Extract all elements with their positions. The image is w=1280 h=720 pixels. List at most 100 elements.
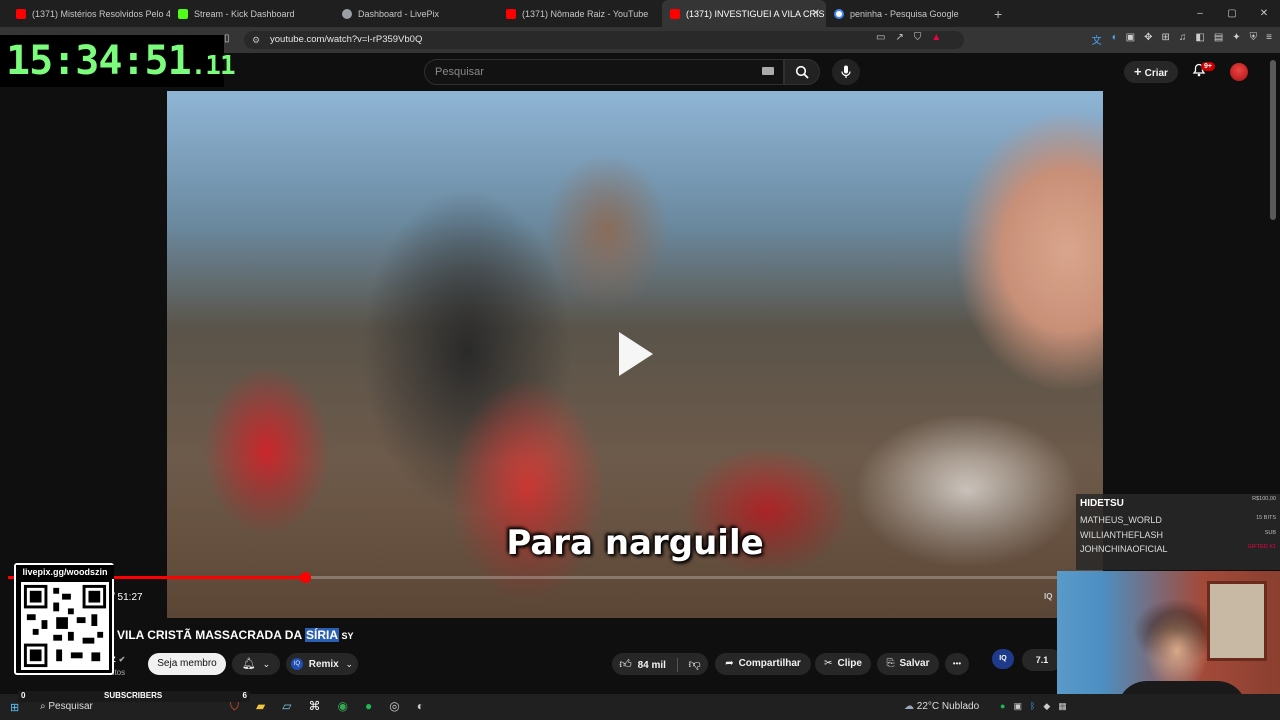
site-settings-icon[interactable]: ⚙ bbox=[252, 35, 260, 45]
stream-alerts-overlay: HIDETSU R$100,00 MATHEUS_WORLD 15 BITS W… bbox=[1076, 494, 1280, 570]
alert-header: HIDETSU bbox=[1080, 498, 1124, 509]
kick-icon bbox=[178, 8, 188, 19]
tab-title: Dashboard - LivePix bbox=[358, 8, 440, 19]
obs-icon[interactable]: ◎ bbox=[389, 699, 399, 714]
globe-icon bbox=[342, 8, 352, 19]
rewards-icon[interactable]: ▲ bbox=[931, 32, 941, 43]
extension-icons: 文 ◖ ▣ ✥ ⊞ ♫ ◧ ▤ ✦ ⛨ ≡ bbox=[1092, 32, 1272, 47]
media-icon[interactable]: ⊞ bbox=[1161, 32, 1169, 47]
weather-widget[interactable]: ☁ 22°C Nublado bbox=[904, 701, 979, 712]
minimize-button[interactable]: – bbox=[1184, 8, 1216, 19]
bluetooth-icon[interactable]: ᛒ bbox=[1030, 701, 1035, 712]
spotify-icon[interactable]: ● bbox=[365, 699, 372, 714]
scrubber-handle[interactable] bbox=[300, 572, 312, 583]
join-member-button[interactable]: Seja membro bbox=[148, 653, 226, 675]
browser-tab-active[interactable]: (1371) INVESTIGUEI A VILA CRIS ✕ bbox=[662, 0, 826, 27]
maximize-button[interactable]: ▢ bbox=[1216, 8, 1248, 19]
spotify-tray-icon[interactable]: ● bbox=[1000, 701, 1005, 712]
sidebar-icon[interactable]: ◧ bbox=[1195, 32, 1204, 47]
wallet2-icon[interactable]: ▤ bbox=[1214, 32, 1223, 47]
bell-icon: 🔔︎ bbox=[241, 658, 256, 670]
subscribed-bell-button[interactable]: 🔔︎ ⌄ bbox=[232, 653, 280, 675]
divider bbox=[676, 658, 678, 673]
thumbs-down-icon: 👎︎ bbox=[688, 657, 701, 671]
clip-button[interactable]: ✂ Clipe bbox=[815, 653, 871, 675]
capcut-icon[interactable]: ⌘ bbox=[308, 699, 320, 714]
voice-search-button[interactable] bbox=[832, 59, 860, 85]
leo-icon[interactable]: ✦ bbox=[1232, 32, 1240, 47]
address-actions: ▭ ↗ ⛉ ▲ bbox=[876, 32, 941, 43]
windows-start-icon[interactable]: ⊞ bbox=[10, 701, 19, 714]
browser-tab-6[interactable]: peninha - Pesquisa Google bbox=[826, 0, 990, 27]
audio-icon[interactable]: ◖ bbox=[1111, 32, 1117, 47]
more-actions-button[interactable]: ••• bbox=[945, 653, 969, 675]
stream-clock-overlay: 15:34:51.11 bbox=[0, 35, 236, 87]
subs-label: SUBSCRIBERS bbox=[104, 691, 163, 700]
iq-small-icon[interactable]: IQ bbox=[1044, 592, 1052, 601]
file-explorer-icon[interactable]: ▰ bbox=[256, 699, 265, 714]
music-icon[interactable]: ♫ bbox=[1179, 32, 1187, 47]
video-title: VILA CRISTÃ MASSACRADA DA SÍRIA SY bbox=[117, 628, 354, 642]
tab-title: (1371) Nômade Raiz - YouTube bbox=[522, 8, 649, 19]
member-label: Seja membro bbox=[157, 658, 217, 669]
keyboard-icon[interactable] bbox=[762, 67, 774, 75]
share-button[interactable]: ➦ Compartilhar bbox=[715, 653, 811, 675]
remix-button[interactable]: IQ Remix ⌄ bbox=[286, 653, 358, 675]
page-scrollbar[interactable] bbox=[1270, 60, 1276, 220]
taskbar-apps: ⛉ ▰ ▱ ⌘ ◉ ● ◎ ◐ bbox=[230, 699, 424, 714]
subscribers-widget: 0 SUBSCRIBERS 6 bbox=[18, 691, 250, 702]
like-button[interactable]: 👍︎ 84 mil bbox=[619, 657, 668, 671]
iq-badge-icon[interactable]: IQ bbox=[992, 649, 1014, 669]
video-caption: Para narguile bbox=[506, 523, 764, 563]
url-field[interactable]: ⚙ youtube.com/watch?v=l-rP359Vb0Q bbox=[244, 31, 964, 49]
brave-shield-icon[interactable]: ⛉ bbox=[914, 32, 922, 43]
vpn-icon[interactable]: ⛨ bbox=[1250, 32, 1258, 47]
menu-icon[interactable]: ≡ bbox=[1266, 32, 1272, 47]
tab-title: (1371) INVESTIGUEI A VILA CRIS bbox=[686, 8, 825, 19]
dislike-button[interactable]: 👎︎ bbox=[688, 657, 701, 671]
taskbar-search[interactable]: ⌕ Pesquisar bbox=[40, 701, 93, 712]
alert-row-value: 15 BITS bbox=[1256, 515, 1276, 521]
search-icon bbox=[795, 65, 809, 79]
tray-app2-icon[interactable]: ◆ bbox=[1043, 701, 1050, 712]
title-suffix: SY bbox=[339, 631, 354, 641]
browser-tab-4[interactable]: (1371) Nômade Raiz - YouTube bbox=[498, 0, 662, 27]
next-video-pill[interactable]: 7.1 bbox=[1022, 649, 1062, 671]
browser-tab-1[interactable]: (1371) Mistérios Resolvidos Pelo 4CH bbox=[8, 0, 170, 27]
browser-tab-strip: (1371) Mistérios Resolvidos Pelo 4CH Str… bbox=[0, 0, 1280, 27]
video-player[interactable]: Para narguile bbox=[167, 91, 1103, 618]
notepad-icon[interactable]: ▱ bbox=[282, 699, 291, 714]
system-tray: ● ▣ ᛒ ◆ ▦ bbox=[1000, 701, 1067, 712]
title-main: VILA CRISTÃ MASSACRADA DA bbox=[117, 628, 305, 642]
wallet-icon[interactable]: ▣ bbox=[1126, 32, 1135, 47]
youtube-icon bbox=[506, 8, 516, 19]
like-count: 84 mil bbox=[637, 660, 666, 671]
subs-left-count: 0 bbox=[21, 691, 26, 700]
play-icon[interactable] bbox=[615, 329, 657, 379]
search-button[interactable] bbox=[784, 59, 820, 85]
puzzle-icon[interactable]: ✥ bbox=[1144, 32, 1152, 47]
save-button[interactable]: ⎘ Salvar bbox=[877, 653, 939, 675]
app-icon[interactable]: ◐ bbox=[417, 699, 424, 714]
create-button[interactable]: + Criar bbox=[1124, 61, 1178, 83]
notification-count-badge: 9+ bbox=[1201, 62, 1215, 71]
verified-icon: ✔ bbox=[118, 655, 126, 664]
new-tab-button[interactable]: + bbox=[994, 6, 1002, 22]
title-highlight: SÍRIA bbox=[305, 628, 340, 642]
translate-icon[interactable]: 文 bbox=[1092, 32, 1102, 47]
url-text: youtube.com/watch?v=l-rP359Vb0Q bbox=[270, 34, 423, 45]
browser-tab-3[interactable]: Dashboard - LivePix bbox=[334, 0, 498, 27]
tray-app-icon[interactable]: ▣ bbox=[1013, 701, 1022, 712]
close-window-button[interactable]: ✕ bbox=[1248, 8, 1280, 19]
search-input[interactable]: Pesquisar bbox=[424, 59, 784, 85]
account-avatar[interactable] bbox=[1230, 63, 1248, 81]
share-icon[interactable]: ↗ bbox=[895, 32, 903, 43]
window-controls: – ▢ ✕ bbox=[1184, 0, 1280, 27]
browser-tab-2[interactable]: Stream - Kick Dashboard bbox=[170, 0, 334, 27]
cast-icon[interactable]: ▭ bbox=[876, 32, 885, 43]
tab-title: (1371) Mistérios Resolvidos Pelo 4CH bbox=[32, 8, 170, 19]
chrome-icon[interactable]: ◉ bbox=[337, 699, 347, 714]
clip-label: Clipe bbox=[837, 658, 862, 669]
tray-app3-icon[interactable]: ▦ bbox=[1058, 701, 1067, 712]
close-tab-icon[interactable]: ✕ bbox=[812, 8, 820, 19]
